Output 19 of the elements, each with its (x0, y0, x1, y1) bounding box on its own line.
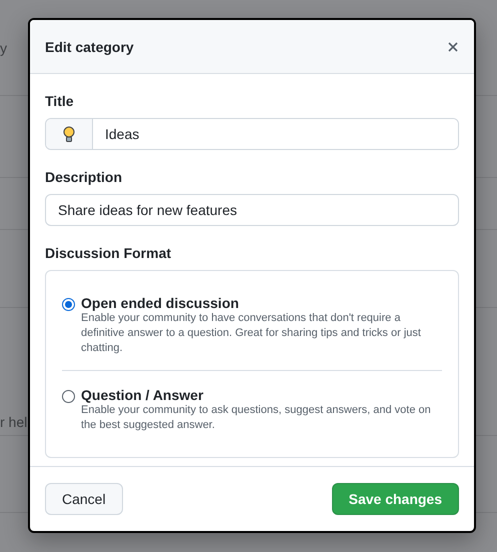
radio-button[interactable] (62, 390, 75, 403)
emoji-picker-button[interactable] (46, 119, 93, 149)
field-label: Description (45, 169, 122, 185)
background-text: y (0, 40, 7, 56)
option-description: Enable your community to have conversations that don't require a definitive answer to a question. Great for sharing tips and tricks or just chatting. (81, 311, 422, 356)
field-label: Discussion Format (45, 245, 172, 261)
close-button[interactable] (446, 40, 460, 54)
close-icon (448, 42, 458, 52)
title-field[interactable]: Ideas (45, 118, 459, 150)
option-title: Question / Answer (81, 387, 204, 403)
dialog-title: Edit category (45, 38, 134, 54)
description-field[interactable]: Share ideas for new features (45, 194, 459, 226)
background-text: r hel (0, 414, 28, 430)
lightbulb-icon (63, 126, 75, 142)
cancel-button[interactable]: Cancel (45, 483, 123, 515)
option-title: Open ended discussion (81, 295, 240, 311)
field-label: Title (45, 93, 74, 109)
radio-button[interactable] (62, 298, 75, 311)
option-description: Enable your community to ask questions, suggest answers, and vote on the best suggested answer. (81, 403, 432, 433)
